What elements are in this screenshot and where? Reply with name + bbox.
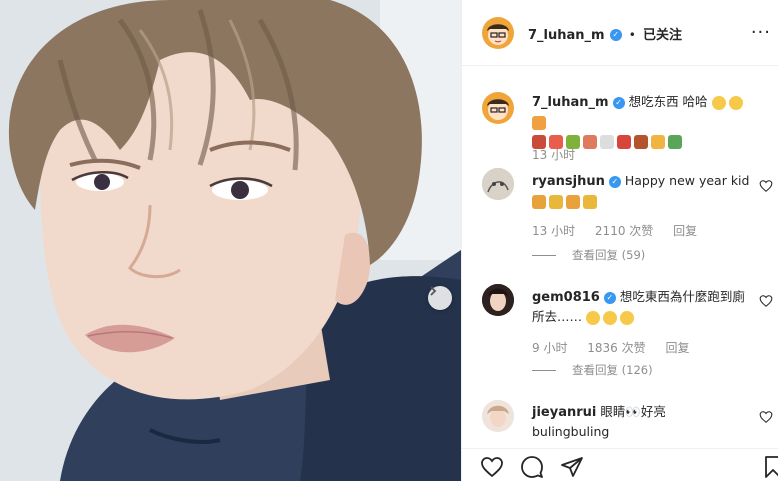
comment-like-heart-icon[interactable]	[759, 294, 773, 308]
header-username[interactable]: 7_luhan_m	[528, 28, 605, 43]
next-photo-button[interactable]	[428, 286, 452, 310]
comment-avatar[interactable]	[482, 168, 514, 200]
post-photo[interactable]	[0, 0, 461, 481]
caption-body: 7_luhan_m ✓ 想吃东西 哈哈	[532, 92, 752, 150]
replies-line	[532, 255, 556, 256]
caption-username[interactable]: 7_luhan_m	[532, 95, 609, 110]
emoji-bowl-icon	[600, 134, 614, 149]
verified-badge-icon: ✓	[612, 96, 625, 109]
emoji-lion-icon	[566, 194, 580, 209]
view-replies-label: 查看回复 (126)	[572, 363, 653, 377]
comment-text: Happy new year kid	[624, 173, 750, 188]
emoji-salad-icon	[668, 134, 682, 149]
comment-time[interactable]: 9 小时	[532, 341, 567, 355]
emoji-laughing-icon	[586, 310, 600, 325]
comment-username[interactable]: jieyanrui	[532, 405, 596, 420]
header-separator: •	[628, 28, 636, 42]
comment-icon[interactable]	[520, 455, 544, 479]
emoji-laughing-icon	[620, 310, 634, 325]
emoji-chili-icon	[617, 134, 631, 149]
emoji-lion-icon	[532, 194, 546, 209]
more-options-button[interactable]: ···	[751, 22, 771, 43]
comment-text-line2: bulingbuling	[532, 424, 610, 439]
replies-line	[532, 370, 556, 371]
comment-body: ryansjhun ✓ Happy new year kid	[532, 171, 752, 210]
comment-avatar[interactable]	[482, 400, 514, 432]
avatar-sketch-icon	[482, 168, 514, 200]
following-button[interactable]: 已关注	[643, 28, 682, 43]
comment-body: jieyanrui 眼睛👀好亮 bulingbuling	[532, 402, 752, 441]
paper-plane-icon[interactable]	[560, 455, 584, 479]
caption-meta: 13 小时	[532, 146, 591, 163]
post-action-bar	[462, 448, 778, 481]
avatar-cartoon-icon	[487, 24, 509, 45]
comment-like-heart-icon[interactable]	[759, 179, 773, 193]
avatar[interactable]	[482, 17, 514, 49]
instagram-post-viewer: 7_luhan_m ✓ • 已关注 ··· 7_luhan_m ✓ 想吃东西 哈	[0, 0, 778, 481]
avatar-cartoon-icon	[487, 99, 509, 120]
reply-button[interactable]: 回复	[673, 224, 697, 238]
heart-icon[interactable]	[480, 455, 504, 479]
post-header: 7_luhan_m ✓ • 已关注 ···	[462, 0, 778, 66]
emoji-drumstick-icon	[532, 115, 546, 130]
avatar-photo-icon	[482, 400, 514, 432]
emoji-moneybag-icon	[583, 194, 597, 209]
emoji-laughing-icon	[603, 310, 617, 325]
view-replies-button[interactable]: 查看回复 (59)	[532, 247, 645, 263]
chevron-right-icon	[430, 286, 437, 296]
view-replies-label: 查看回复 (59)	[572, 248, 646, 262]
view-replies-button[interactable]: 查看回复 (126)	[532, 362, 653, 378]
verified-badge-icon: ✓	[603, 291, 616, 304]
emoji-drooling-icon	[711, 95, 726, 110]
comment-username[interactable]: ryansjhun	[532, 174, 605, 189]
comment-username[interactable]: gem0816	[532, 290, 600, 305]
comment-like-heart-icon[interactable]	[759, 410, 773, 424]
comment-avatar[interactable]	[482, 284, 514, 316]
portrait-illustration	[0, 0, 461, 481]
verified-badge-icon: ✓	[609, 28, 622, 41]
comment-meta: 9 小时 1836 次赞 回复	[532, 339, 705, 356]
caption-time[interactable]: 13 小时	[532, 148, 575, 162]
emoji-taco-icon	[651, 134, 665, 149]
comment-text: 眼睛👀好亮	[600, 404, 666, 419]
emoji-grin-icon	[728, 95, 743, 110]
comment-likes[interactable]: 1836 次赞	[587, 341, 645, 355]
emoji-moneybag-icon	[549, 194, 563, 209]
caption-text: 想吃东西 哈哈	[628, 94, 708, 109]
emoji-sausage-icon	[634, 134, 648, 149]
avatar-photo-icon	[482, 284, 514, 316]
comment-time[interactable]: 13 小时	[532, 224, 575, 238]
bookmark-icon[interactable]	[761, 455, 778, 479]
comment-meta: 13 小时 2110 次赞 回复	[532, 222, 713, 239]
comment-likes[interactable]: 2110 次赞	[595, 224, 653, 238]
post-side-panel: 7_luhan_m ✓ • 已关注 ··· 7_luhan_m ✓ 想吃东西 哈	[461, 0, 778, 481]
comment-body: gem0816 ✓ 想吃東西為什麼跑到廁所去……	[532, 287, 752, 326]
verified-badge-icon: ✓	[608, 175, 621, 188]
caption-avatar[interactable]	[482, 92, 514, 124]
reply-button[interactable]: 回复	[665, 341, 689, 355]
